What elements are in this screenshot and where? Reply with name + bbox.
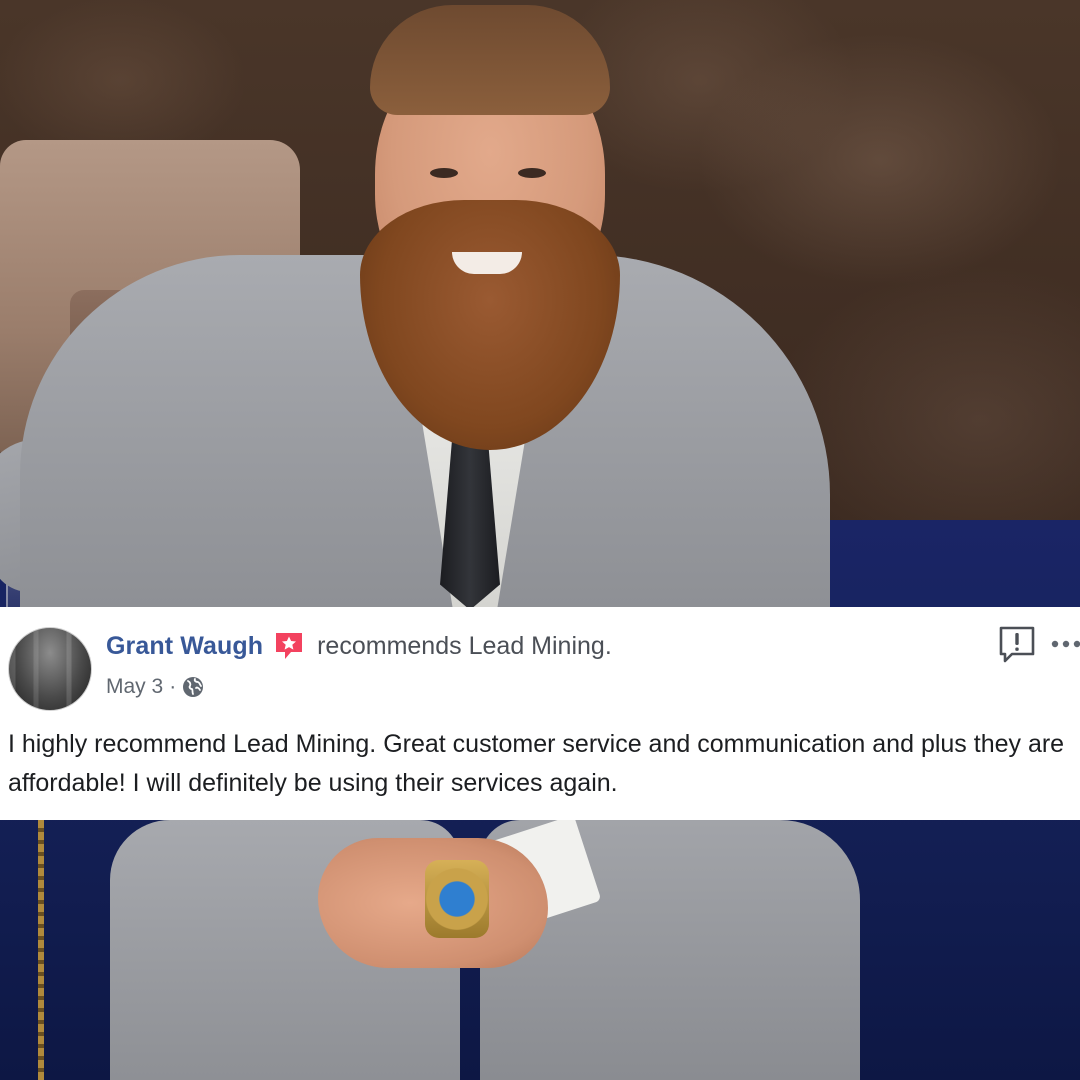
- background-photo: [0, 0, 1080, 1080]
- review-text: I highly recommend Lead Mining. Great cu…: [8, 730, 1065, 797]
- author-name-link[interactable]: Grant Waugh: [106, 632, 263, 661]
- person-hair: [370, 5, 610, 115]
- globe-icon[interactable]: [181, 675, 205, 699]
- recommend-badge-icon: [273, 630, 305, 662]
- review-date[interactable]: May 3: [106, 675, 163, 699]
- wristwatch: [425, 860, 489, 938]
- recommends-label: recommends: [317, 631, 462, 660]
- review-header: Grant Waugh recommends Lead Mining.: [106, 630, 612, 662]
- more-options-icon[interactable]: [1050, 637, 1080, 651]
- person-right-eye: [518, 168, 546, 178]
- person-smile: [452, 252, 522, 274]
- review-card: Grant Waugh recommends Lead Mining. May …: [0, 607, 1080, 820]
- report-icon[interactable]: [998, 625, 1036, 665]
- sofa-trim: [38, 820, 44, 1080]
- meta-separator: ·: [169, 675, 177, 698]
- avatar[interactable]: [8, 627, 92, 711]
- page-name-link[interactable]: Lead Mining.: [469, 632, 612, 661]
- person-left-eye: [430, 168, 458, 178]
- review-meta: May 3 ·: [106, 675, 205, 699]
